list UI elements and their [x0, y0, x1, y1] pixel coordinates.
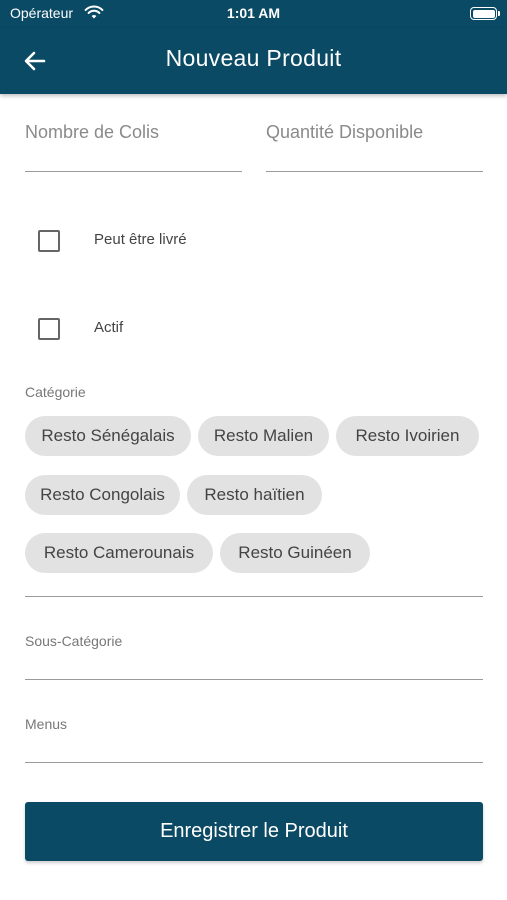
- chip-resto-congolais[interactable]: Resto Congolais: [25, 475, 180, 515]
- sous-categorie-label: Sous-Catégorie: [25, 633, 123, 649]
- chip-resto-malien[interactable]: Resto Malien: [198, 416, 329, 456]
- quantite-placeholder: Quantité Disponible: [266, 122, 424, 142]
- clock: 1:01 AM: [226, 5, 281, 21]
- menus-label: Menus: [25, 716, 68, 732]
- status-bar: Opérateur 1:01 AM: [0, 0, 507, 28]
- sous-categorie-underline: [25, 679, 483, 680]
- battery-icon: [470, 7, 500, 20]
- livrable-checkbox-row[interactable]: Peut être livré: [38, 229, 187, 253]
- colis-placeholder: Nombre de Colis: [25, 122, 160, 142]
- chip-resto-guineen[interactable]: Resto Guinéen: [220, 533, 370, 573]
- menus-underline: [25, 762, 483, 763]
- page-title: Nouveau Produit: [165, 45, 342, 71]
- actif-label: Actif: [94, 319, 124, 336]
- quantite-underline: [266, 171, 483, 172]
- colis-underline: [25, 171, 242, 172]
- livrable-checkbox[interactable]: [38, 230, 60, 252]
- nav-bar: Nouveau Produit: [0, 28, 507, 94]
- chip-resto-ivoirien[interactable]: Resto Ivoirien: [336, 416, 479, 456]
- actif-checkbox[interactable]: [38, 318, 60, 340]
- chip-resto-haitien[interactable]: Resto haïtien: [187, 475, 322, 515]
- categorie-divider: [25, 596, 483, 597]
- livrable-label: Peut être livré: [94, 231, 187, 248]
- categorie-label: Catégorie: [25, 384, 86, 400]
- chip-resto-senegalais[interactable]: Resto Sénégalais: [25, 416, 191, 456]
- save-product-button[interactable]: Enregistrer le Produit: [25, 802, 483, 861]
- chip-resto-camerounais[interactable]: Resto Camerounais: [25, 533, 213, 573]
- actif-checkbox-row[interactable]: Actif: [38, 317, 123, 341]
